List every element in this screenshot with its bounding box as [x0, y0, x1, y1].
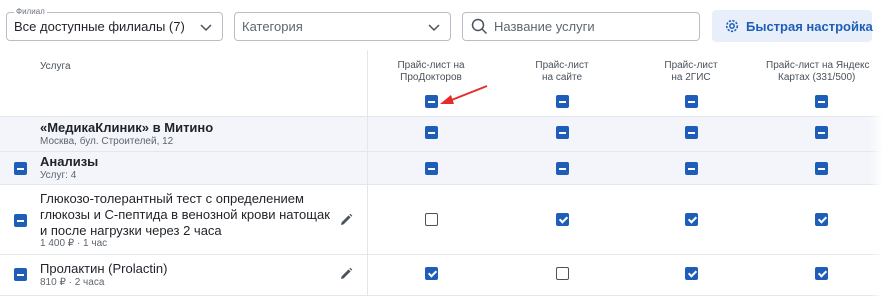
service-price-duration: 1 400 ₽ · 1 час	[40, 238, 108, 249]
service-name-line: Глюкозо-толерантный тест с определением	[40, 191, 304, 206]
annotation-arrow-icon	[440, 85, 488, 104]
column-checkbox-yandex[interactable]	[815, 95, 828, 108]
column-header-line: ПроДокторов	[400, 72, 462, 83]
branch-legend: Филиал	[14, 7, 47, 17]
scroll-fade	[869, 50, 883, 296]
cell-checkbox[interactable]	[425, 126, 438, 139]
cell-checkbox[interactable]	[815, 213, 828, 226]
column-header-line: Прайс-лист	[664, 60, 718, 71]
service-row-checkbox[interactable]	[14, 268, 27, 281]
column-divider	[367, 50, 368, 296]
category-count: Услуг: 4	[40, 170, 77, 181]
edit-icon[interactable]	[339, 213, 353, 227]
cell-checkbox[interactable]	[685, 267, 698, 280]
cell-checkbox[interactable]	[815, 126, 828, 139]
service-row-checkbox[interactable]	[14, 214, 27, 227]
cell-checkbox[interactable]	[556, 213, 569, 226]
cell-checkbox[interactable]	[685, 126, 698, 139]
cell-checkbox[interactable]	[685, 162, 698, 175]
column-header-line: Картах (331/500)	[778, 72, 856, 83]
cell-checkbox[interactable]	[815, 267, 828, 280]
service-search-input[interactable]: Название услуги	[462, 12, 700, 41]
quick-setup-label: Быстрая настройка	[746, 19, 873, 34]
clinic-address: Москва, бул. Строителей, 12	[40, 136, 174, 147]
column-checkbox-2gis[interactable]	[685, 95, 698, 108]
chevron-down-icon	[200, 24, 212, 32]
category-row: Анализы Услуг: 4	[0, 152, 883, 185]
column-header-site: Прайс-лист на сайте	[507, 60, 617, 84]
service-name: Пролактин (Prolactin)	[40, 261, 168, 276]
column-checkbox-site[interactable]	[556, 95, 569, 108]
service-name-line: глюкозы и С-пептида в венозной крови нат…	[40, 207, 330, 222]
category-select[interactable]: Категория	[234, 12, 451, 41]
column-header-line: Прайс-лист на Яндекс	[766, 60, 870, 71]
column-header-prodoctorov: Прайс-лист на ПроДокторов	[376, 60, 486, 84]
cell-checkbox[interactable]	[425, 213, 438, 226]
service-row: Пролактин (Prolactin) 810 ₽ · 2 часа	[0, 255, 883, 296]
cell-checkbox[interactable]	[556, 162, 569, 175]
cell-checkbox[interactable]	[685, 213, 698, 226]
service-row: Глюкозо-толерантный тест с определением …	[0, 185, 883, 255]
cell-checkbox[interactable]	[425, 267, 438, 280]
column-header-line: Прайс-лист	[535, 60, 589, 71]
category-placeholder: Категория	[242, 19, 303, 34]
column-header-line: на сайте	[541, 72, 583, 83]
clinic-row: «МедикаКлиник» в Митино Москва, бул. Стр…	[0, 117, 883, 152]
column-header-line: Прайс-лист на	[397, 60, 465, 71]
search-placeholder: Название услуги	[494, 19, 595, 34]
search-icon	[471, 18, 488, 35]
service-name-line: и после нагрузки через 2 часа	[40, 223, 222, 238]
quick-setup-button[interactable]: Быстрая настройка	[712, 10, 873, 42]
service-column-header: Услуга	[40, 61, 71, 72]
gear-icon	[725, 19, 739, 33]
cell-checkbox[interactable]	[815, 162, 828, 175]
chevron-down-icon	[428, 24, 440, 32]
edit-icon[interactable]	[339, 267, 353, 281]
column-header-line: на 2ГИС	[671, 72, 711, 83]
column-header-2gis: Прайс-лист на 2ГИС	[636, 60, 746, 84]
branch-select[interactable]: Филиал Все доступные филиалы (7)	[6, 7, 223, 41]
filter-toolbar: Филиал Все доступные филиалы (7) Категор…	[0, 0, 883, 50]
category-name: Анализы	[40, 154, 99, 169]
column-header-yandex: Прайс-лист на Яндекс Картах (331/500)	[759, 60, 883, 84]
category-row-checkbox[interactable]	[14, 162, 27, 175]
branch-value: Все доступные филиалы (7)	[14, 19, 185, 34]
cell-checkbox[interactable]	[556, 267, 569, 280]
cell-checkbox[interactable]	[556, 126, 569, 139]
service-price-duration: 810 ₽ · 2 часа	[40, 277, 105, 288]
column-checkbox-prodoctorov[interactable]	[425, 95, 438, 108]
cell-checkbox[interactable]	[425, 162, 438, 175]
clinic-name: «МедикаКлиник» в Митино	[40, 120, 214, 135]
